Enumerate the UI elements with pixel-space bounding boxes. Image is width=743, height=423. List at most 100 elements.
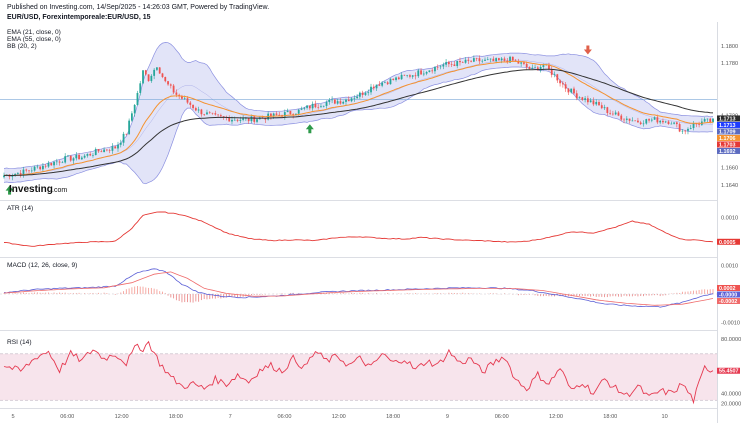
candle-body — [322, 105, 325, 107]
candle-body — [342, 101, 345, 104]
candle-body — [353, 98, 356, 99]
candle-body — [139, 83, 142, 93]
candle-body — [534, 67, 536, 69]
candle-body — [206, 112, 208, 115]
time-axis-ticks: 5 06:00 12:00 18:00 7 06:00 12:00 18:00 9 06:00 12… — [11, 414, 667, 420]
candle-body — [311, 103, 314, 109]
candle-body — [706, 118, 709, 120]
candle-body — [492, 58, 495, 62]
candle-body — [650, 119, 653, 121]
candle-body — [33, 166, 36, 171]
candle-body — [30, 170, 33, 172]
candle-body — [119, 142, 122, 145]
price-label-text: 1.1692 — [719, 149, 736, 155]
candle-body — [147, 74, 150, 82]
candle-body — [242, 118, 245, 120]
candle-body — [161, 73, 164, 78]
candle-body — [498, 58, 500, 61]
bollinger-band-fill — [4, 42, 713, 184]
time-tick-label: 18:00 — [603, 414, 617, 420]
candle-body — [347, 99, 350, 102]
candle-body — [247, 118, 250, 122]
candle-body — [167, 81, 169, 85]
candle-body — [689, 128, 692, 129]
candle-body — [289, 110, 292, 115]
candle-body — [523, 62, 525, 64]
price-label-text: 1.1713 — [719, 116, 736, 122]
symbol-title: EUR/USD, Forexintemporeale:EUR/USD, 15 — [7, 14, 151, 21]
candle-body — [625, 118, 628, 120]
candle-body — [470, 60, 473, 62]
atr-label-text: 0.0005 — [719, 240, 736, 246]
time-tick-label: 12:00 — [332, 414, 346, 420]
price-labels: 1.17131.17131.17091.17061.17031.1692 — [717, 115, 740, 155]
price-label-text: 1.1713 — [719, 123, 736, 129]
candle-body — [320, 106, 322, 108]
time-tick-label: 18:00 — [169, 414, 183, 420]
candle — [314, 100, 317, 109]
atr-line — [3, 211, 714, 247]
candle-body — [47, 163, 50, 167]
candle-body — [472, 58, 475, 62]
candle-body — [153, 69, 156, 76]
candle-body — [648, 119, 650, 121]
candle-body — [133, 104, 136, 114]
macd-label-text: 0.0002 — [719, 286, 736, 292]
candle-body — [578, 97, 581, 99]
price-label: 1.1706 — [717, 134, 740, 142]
time-tick-label: 12:00 — [115, 414, 129, 420]
time-tick-label: 06:00 — [278, 414, 292, 420]
candle-body — [598, 101, 600, 106]
candle-body — [114, 146, 117, 149]
candle-body — [542, 65, 545, 67]
candle-body — [573, 88, 575, 94]
candle-body — [511, 56, 514, 61]
macd-tick-label: -0.0010 — [721, 320, 740, 326]
candle-body — [231, 119, 233, 122]
candle-body — [400, 74, 403, 80]
candle-body — [422, 73, 425, 75]
ema21-legend: EMA (21, close, 0) — [7, 29, 61, 36]
macd-legend: MACD (12, 26, close, 9) — [7, 262, 77, 269]
time-tick-label: 06:00 — [60, 414, 74, 420]
candle-body — [531, 67, 534, 69]
candle-body — [495, 58, 498, 62]
candle-body — [130, 113, 133, 121]
rsi-legend: RSI (14) — [7, 339, 32, 346]
candle-body — [317, 107, 320, 108]
candle — [333, 98, 336, 105]
time-tick-label: 10 — [661, 414, 667, 420]
candle-body — [103, 149, 105, 153]
candle-body — [662, 120, 664, 123]
candle — [389, 78, 392, 85]
candle-body — [236, 119, 239, 121]
candle-body — [94, 149, 97, 156]
candle-body — [628, 118, 631, 121]
candle-body — [164, 77, 167, 82]
candle-body — [520, 62, 523, 64]
candle-body — [72, 158, 75, 161]
candle-body — [675, 122, 678, 125]
candle-body — [350, 98, 353, 102]
rsi-tick-label: 20.0000 — [721, 402, 741, 408]
candle-body — [28, 170, 30, 172]
candle-body — [406, 75, 409, 76]
candle-body — [428, 70, 431, 73]
candle-body — [42, 165, 44, 170]
candle-body — [203, 114, 206, 115]
candle-body — [564, 84, 567, 89]
candle-body — [256, 119, 258, 122]
candle-body — [489, 58, 492, 60]
candle-body — [439, 66, 442, 68]
macd-value-labels: 0.0002-0.0000-0.0002 — [717, 285, 740, 305]
candle-body — [17, 173, 19, 174]
candle-body — [339, 101, 342, 104]
candle-body — [442, 64, 445, 67]
candle-body — [592, 100, 595, 105]
candle-body — [684, 130, 687, 132]
candle-body — [122, 133, 125, 143]
price-label: 1.1713 — [717, 115, 740, 122]
macd-label-text: -0.0000 — [719, 293, 737, 299]
candle-body — [183, 98, 186, 99]
candle-body — [528, 67, 531, 69]
